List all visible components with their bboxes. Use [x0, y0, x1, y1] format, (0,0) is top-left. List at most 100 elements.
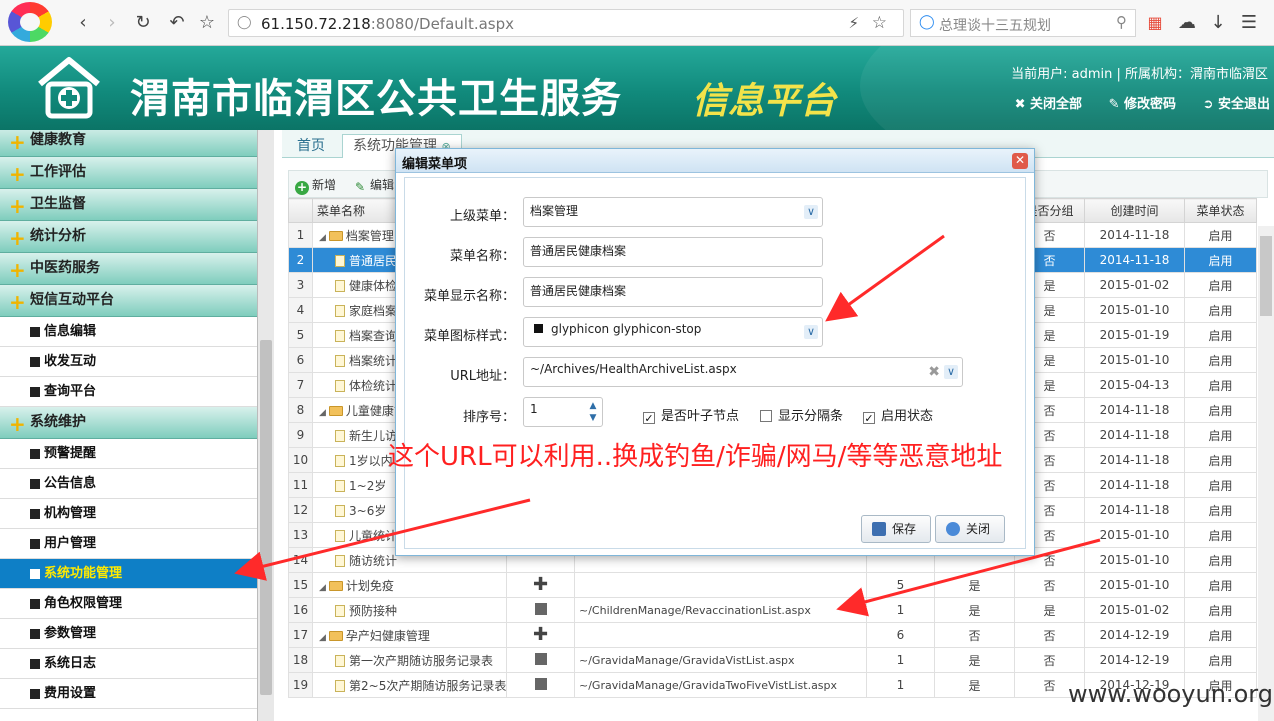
- add-button[interactable]: + 新增: [295, 176, 336, 195]
- sidebar-group-tcm[interactable]: + 中医药服务: [0, 253, 257, 285]
- sidebar-item-label: 费用设置: [44, 686, 97, 701]
- tab-home[interactable]: 首页: [286, 134, 336, 158]
- row-group: 是: [934, 647, 1015, 673]
- spin-up-icon[interactable]: ▲: [586, 400, 600, 412]
- grid-scrollbar-thumb[interactable]: [1260, 236, 1272, 316]
- sidebar-item-users[interactable]: 用户管理: [0, 529, 257, 559]
- sidebar-item-interaction[interactable]: 收发互动: [0, 347, 257, 377]
- sidebar-item-fees[interactable]: 费用设置: [0, 679, 257, 709]
- cloud-icon[interactable]: ☁: [1176, 12, 1198, 34]
- row-name: 孕产妇健康管理: [345, 628, 430, 643]
- undo-icon[interactable]: ↶: [166, 12, 188, 34]
- expand-triangle-icon[interactable]: ◢: [319, 233, 326, 243]
- sidebar-item-notices[interactable]: 公告信息: [0, 469, 257, 499]
- sidebar-group-evaluation[interactable]: + 工作评估: [0, 157, 257, 189]
- sidebar-item-organizations[interactable]: 机构管理: [0, 499, 257, 529]
- sidebar-scrollbar-thumb[interactable]: [260, 340, 272, 695]
- row-leaf: 否: [1014, 622, 1085, 648]
- sidebar-item-logs[interactable]: 系统日志: [0, 649, 257, 679]
- address-bar[interactable]: ◯ 61.150.72.218:8080/Default.aspx ⚡ ☆ ∨: [228, 9, 923, 37]
- table-row[interactable]: 17 ◢ 孕产妇健康管理 ✚ 6 否 否 2014-12-19 启用: [288, 622, 1257, 648]
- document-icon: [335, 529, 345, 542]
- browser-search-input[interactable]: ◯ 总理谈十三五规划 ⚲: [910, 9, 1136, 37]
- close-all-button[interactable]: ✖ 关闭全部: [1015, 97, 1082, 112]
- sidebar-item-alerts[interactable]: 预警提醒: [0, 439, 257, 469]
- row-name: 1~2岁: [349, 478, 387, 493]
- row-number: 7: [288, 372, 313, 398]
- chevron-down-icon[interactable]: ∨: [804, 325, 818, 339]
- display-name-input[interactable]: 普通居民健康档案: [523, 277, 823, 307]
- expand-triangle-icon[interactable]: ◢: [319, 408, 326, 418]
- browser-logo-icon[interactable]: [8, 2, 52, 42]
- chevron-down-icon[interactable]: ∨: [804, 205, 818, 219]
- grid-scrollbar[interactable]: [1258, 226, 1274, 721]
- sidebar-item-params[interactable]: 参数管理: [0, 619, 257, 649]
- download-icon[interactable]: ↓: [1207, 12, 1229, 34]
- row-created: 2015-01-02: [1084, 272, 1185, 298]
- reload-icon[interactable]: ↻: [132, 12, 154, 34]
- sidebar-group-health-education[interactable]: + 健康教育: [0, 130, 257, 157]
- sidebar-item-info-edit[interactable]: 信息编辑: [0, 317, 257, 347]
- forward-icon[interactable]: ›: [101, 12, 123, 34]
- checkbox-unchecked-icon[interactable]: [760, 410, 772, 422]
- favorite-icon[interactable]: ☆: [872, 13, 887, 33]
- table-row[interactable]: 16 预防接种 ~/ChildrenManage/RevaccinationLi…: [288, 597, 1257, 623]
- sidebar-group-statistics[interactable]: + 统计分析: [0, 221, 257, 253]
- checkbox-checked-icon[interactable]: ✓: [643, 412, 655, 424]
- row-group: 否: [934, 622, 1015, 648]
- menu-name-input[interactable]: 普通居民健康档案: [523, 237, 823, 267]
- enabled-checkbox[interactable]: ✓ 启用状态: [863, 405, 933, 424]
- apps-icon[interactable]: ▦: [1144, 12, 1166, 34]
- close-button[interactable]: 关闭: [935, 515, 1005, 543]
- document-icon: [335, 354, 345, 367]
- row-created: 2015-01-10: [1084, 572, 1185, 598]
- parent-menu-select[interactable]: 档案管理 ∨: [523, 197, 823, 227]
- sidebar-group-supervision[interactable]: + 卫生监督: [0, 189, 257, 221]
- leaf-node-checkbox[interactable]: ✓ 是否叶子节点: [643, 405, 739, 424]
- row-url: [574, 622, 867, 648]
- row-number: 1: [288, 222, 313, 248]
- row-number: 10: [288, 447, 313, 473]
- grid-header-created[interactable]: 创建时间: [1084, 198, 1185, 223]
- sidebar-scrollbar[interactable]: [258, 130, 274, 721]
- chevron-down-icon[interactable]: ∨: [944, 365, 958, 379]
- dialog-close-button[interactable]: ✕: [1012, 153, 1028, 169]
- star-icon[interactable]: ☆: [196, 12, 218, 34]
- change-password-button[interactable]: ✎ 修改密码: [1109, 97, 1176, 112]
- clear-icon[interactable]: ✖: [928, 364, 940, 380]
- lightning-icon[interactable]: ⚡: [848, 14, 859, 32]
- checkbox-checked-icon[interactable]: ✓: [863, 412, 875, 424]
- banner-subtitle: 信息平台: [692, 81, 837, 122]
- row-created: 2015-01-19: [1084, 322, 1185, 348]
- menu-icon[interactable]: ☰: [1238, 12, 1260, 34]
- sidebar-item-roles[interactable]: 角色权限管理: [0, 589, 257, 619]
- save-button[interactable]: 保存: [861, 515, 931, 543]
- table-row[interactable]: 15 ◢ 计划免疫 ✚ 5 是 否 2015-01-10 启用: [288, 572, 1257, 598]
- sidebar-group-sms[interactable]: + 短信互动平台: [0, 285, 257, 317]
- order-spinner[interactable]: ▲ ▼: [586, 400, 600, 424]
- logout-button[interactable]: ➲ 安全退出: [1203, 97, 1270, 112]
- search-icon[interactable]: ⚲: [1116, 13, 1127, 31]
- expand-triangle-icon[interactable]: ◢: [319, 633, 326, 643]
- row-status: 启用: [1184, 497, 1257, 523]
- row-name-cell: 第一次产期随访服务记录表: [312, 647, 507, 673]
- back-icon[interactable]: ‹: [72, 12, 94, 34]
- sidebar-group-system[interactable]: + 系统维护: [0, 407, 257, 439]
- grid-header-status[interactable]: 菜单状态: [1184, 198, 1257, 223]
- dialog-header[interactable]: 编辑菜单项 ✕: [396, 149, 1034, 173]
- sidebar-group-label: 卫生监督: [30, 196, 86, 212]
- separator-checkbox[interactable]: 显示分隔条: [760, 405, 843, 424]
- url-combobox[interactable]: ~/Archives/HealthArchiveList.aspx ✖ ∨: [523, 357, 963, 387]
- sidebar-group-label: 健康教育: [30, 132, 86, 148]
- table-row[interactable]: 18 第一次产期随访服务记录表 ~/GravidaManage/GravidaV…: [288, 647, 1257, 673]
- sidebar-item-query[interactable]: 查询平台: [0, 377, 257, 407]
- row-name-cell: ◢ 计划免疫: [312, 572, 507, 598]
- spin-down-icon[interactable]: ▼: [586, 412, 600, 424]
- expand-triangle-icon[interactable]: ◢: [319, 583, 326, 593]
- order-stepper[interactable]: 1 ▲ ▼: [523, 397, 603, 427]
- icon-style-select[interactable]: glyphicon glyphicon-stop ∨: [523, 317, 823, 347]
- close-all-label: 关闭全部: [1030, 97, 1083, 112]
- sidebar-item-system-functions[interactable]: 系统功能管理: [0, 559, 257, 589]
- row-number: 15: [288, 572, 313, 598]
- edit-button[interactable]: ✎ 编辑: [353, 176, 394, 195]
